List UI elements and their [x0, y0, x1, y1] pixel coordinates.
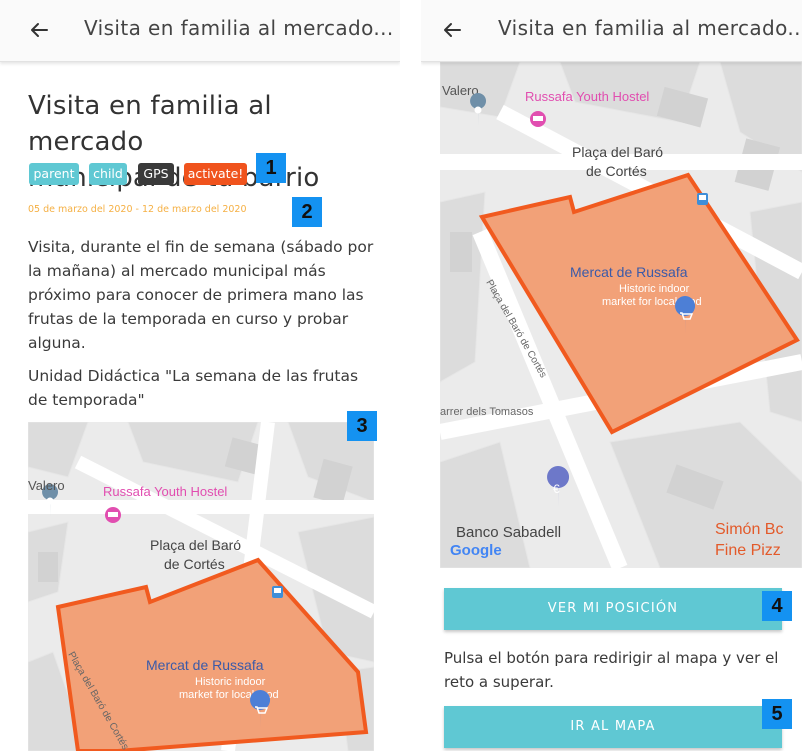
- tag-parent: parent: [29, 163, 79, 185]
- hostel-pin-icon[interactable]: [530, 111, 546, 127]
- annotation-marker-1: 1: [256, 153, 286, 183]
- ver-mi-posicion-button[interactable]: VER MI POSICIÓN: [444, 588, 782, 630]
- map-label-market: Mercat de Russafa: [146, 657, 264, 673]
- app-bar-title: Visita en familia al mercado...: [498, 16, 802, 40]
- app-bar: Visita en familia al mercado...: [421, 0, 802, 62]
- tag-gps: GPS: [138, 163, 174, 185]
- transit-icon[interactable]: [697, 193, 708, 205]
- map-label-hostel: Russafa Youth Hostel: [103, 484, 227, 499]
- annotation-marker-4: 4: [762, 591, 792, 621]
- description-line: la mañana) al mercado municipal más: [28, 262, 326, 280]
- transit-icon[interactable]: [272, 586, 283, 598]
- annotation-marker-5: 5: [762, 699, 792, 729]
- google-logo: Google: [450, 542, 502, 559]
- map-canvas[interactable]: Valero Russafa Youth Hostel Plaça del Ba…: [28, 422, 374, 751]
- didactic-unit-line: Unidad Didáctica "La semana de las fruta…: [28, 367, 359, 385]
- instruction-text: Pulsa el botón para redirigir al mapa y …: [444, 646, 794, 694]
- description-line: próximo para conocer de primera mano las: [28, 286, 364, 304]
- app-bar: Visita en familia al mercado...: [0, 0, 400, 62]
- page-title-line: Visita en familia al mercado: [28, 91, 272, 157]
- svg-text:€: €: [553, 482, 560, 496]
- map-canvas[interactable]: Valero Russafa Youth Hostel Plaça del Ba…: [440, 62, 802, 568]
- map-label-placa: Plaça del Baró: [150, 537, 241, 553]
- left-screen: Visita en familia al mercado... Visita e…: [0, 0, 400, 751]
- instruction-line: Pulsa el botón para redirigir al mapa y …: [444, 649, 779, 667]
- annotation-marker-2: 2: [292, 197, 322, 227]
- map-view[interactable]: Valero Russafa Youth Hostel Plaça del Ba…: [28, 422, 374, 751]
- hostel-pin-icon[interactable]: [105, 507, 121, 523]
- tag-child: child: [89, 163, 127, 185]
- arrow-left-icon[interactable]: [24, 15, 54, 45]
- ir-al-mapa-button[interactable]: IR AL MAPA: [444, 706, 782, 748]
- map-label-market-sub: Historic indoor: [195, 676, 266, 688]
- map-label-placa: de Cortés: [586, 163, 647, 179]
- app-bar-title: Visita en familia al mercado...: [84, 16, 394, 40]
- arrow-left-icon[interactable]: [437, 15, 467, 45]
- map-view[interactable]: Valero Russafa Youth Hostel Plaça del Ba…: [440, 62, 802, 568]
- description-line: Visita, durante el fin de semana (sábado…: [28, 238, 374, 256]
- map-label-hostel: Russafa Youth Hostel: [525, 89, 649, 104]
- date-range: 05 de marzo del 2020 - 12 de marzo del 2…: [28, 204, 247, 215]
- right-screen: Visita en familia al mercado... Valero R…: [421, 0, 802, 751]
- annotation-marker-3: 3: [347, 411, 377, 441]
- map-label-placa: Plaça del Baró: [572, 144, 663, 160]
- description-line: frutas de la temporada en curso y probar: [28, 310, 349, 328]
- didactic-unit-line: de temporada": [28, 391, 145, 409]
- description: Visita, durante el fin de semana (sábado…: [28, 235, 376, 355]
- map-label-valero: Valero: [28, 478, 65, 493]
- map-label-bank: Banco Sabadell: [456, 524, 561, 541]
- map-label-restaurant: Fine Pizz: [715, 542, 781, 559]
- map-label-street: arrer dels Tomasos: [440, 406, 534, 418]
- map-label-restaurant: Simón Bc: [715, 521, 783, 538]
- description-line: alguna.: [28, 334, 86, 352]
- instruction-line: reto a superar.: [444, 673, 554, 691]
- map-label-placa: de Cortés: [164, 556, 225, 572]
- didactic-unit: Unidad Didáctica "La semana de las fruta…: [28, 364, 376, 412]
- map-label-market: Mercat de Russafa: [570, 264, 688, 280]
- map-label-market-sub: Historic indoor: [619, 283, 690, 295]
- tag-activate: activate!: [184, 163, 247, 185]
